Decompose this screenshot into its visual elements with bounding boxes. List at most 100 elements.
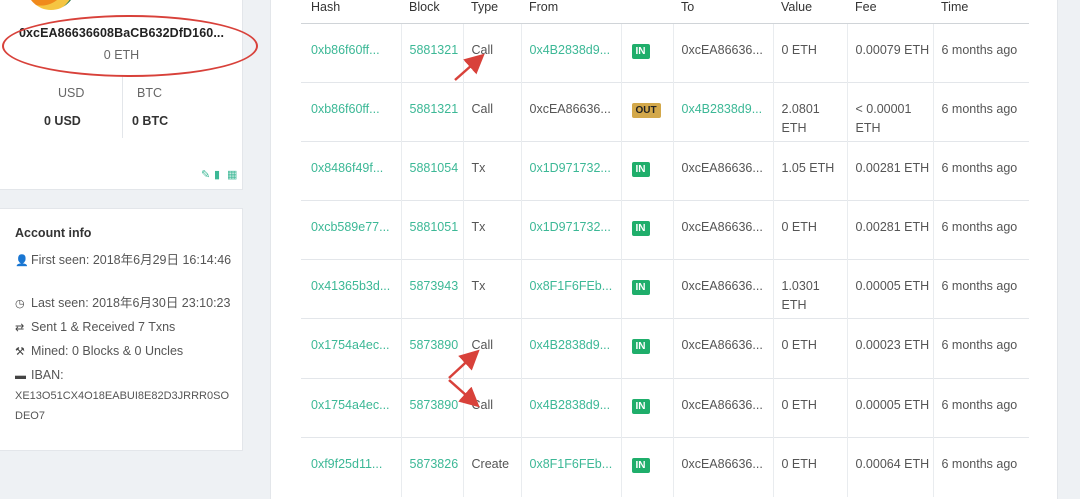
to-address: 0xcEA86636... — [681, 220, 763, 235]
tx-hash-link[interactable]: 0xf9f25d11... — [311, 455, 382, 474]
col-type: Type — [463, 0, 521, 24]
table-cell: 0 ETH — [772, 200, 847, 260]
tx-fee: 0.00005 ETH — [855, 397, 930, 412]
table-cell: OUT — [620, 81, 673, 142]
direction-badge: IN — [631, 339, 650, 355]
from-address[interactable]: 0x8F1F6FEb... — [530, 455, 613, 474]
table-cell: 5873890 — [400, 377, 463, 438]
pencil-icon[interactable]: ✎ — [201, 170, 212, 181]
usd-label: USD — [58, 86, 85, 100]
table-row: 0x1754a4ec... 5873890 Call 0x4B2838d9... IN 0… — [301, 318, 1029, 379]
tx-value: 2.0801 ETH — [781, 101, 820, 135]
block-link[interactable]: 5873826 — [410, 455, 459, 474]
table-cell: 0.00281 ETH — [846, 140, 933, 201]
tx-value: 0 ETH — [781, 456, 817, 471]
table-cell: 5881321 — [400, 81, 463, 142]
block-link[interactable]: 5881054 — [410, 159, 459, 178]
avatar — [26, 0, 76, 10]
table-cell: < 0.00001 ETH — [846, 81, 933, 142]
tx-hash-link[interactable]: 0x41365b3d... — [311, 277, 390, 296]
block-link[interactable]: 5873890 — [410, 336, 459, 355]
table-cell: 0xcEA86636... — [672, 318, 773, 379]
direction-badge: IN — [631, 398, 650, 414]
tx-hash-link[interactable]: 0x8486f49f... — [311, 159, 383, 178]
table-cell: 6 months ago — [932, 436, 1029, 497]
tx-type: Call — [471, 42, 494, 57]
from-address[interactable]: 0x4B2838d9... — [530, 396, 611, 415]
table-cell: Call — [462, 22, 521, 83]
table-cell: 6 months ago — [932, 377, 1029, 438]
last-seen: ◷ Last seen: 2018年6月30日 23:10:23 — [15, 294, 235, 314]
account-info-card: Account info 👤 First seen: 2018年6月29日 16:… — [0, 208, 243, 451]
table-row: 0x1754a4ec... 5873890 Call 0x4B2838d9... IN 0… — [301, 377, 1029, 438]
tx-value: 1.05 ETH — [781, 160, 835, 175]
tx-hash-link[interactable]: 0xb86f60ff... — [311, 100, 380, 119]
tx-hash-link[interactable]: 0x1754a4ec... — [311, 336, 390, 355]
qrcode-icon[interactable]: ▦ — [227, 170, 238, 181]
clipboard-icon[interactable]: ▮ — [214, 170, 225, 181]
table-cell: 0.00064 ETH — [846, 436, 933, 497]
direction-badge: IN — [631, 280, 650, 296]
tx-hash-link[interactable]: 0x1754a4ec... — [311, 396, 390, 415]
iban-label: IBAN: — [31, 368, 64, 382]
table-row: 0xb86f60ff... 5881321 Call 0x4B2838d9... IN 0… — [301, 22, 1029, 83]
transactions-panel: Hash Block Type From To Value Fee Time 0… — [270, 0, 1058, 499]
txns-text: Sent 1 & Received 7 Txns — [31, 320, 176, 334]
col-block: Block — [401, 0, 463, 24]
iban-value: XE13O51CX4O18EABUI8E82D3JRRR0SODEO7 — [15, 390, 229, 422]
from-address[interactable]: 0x1D971732... — [530, 218, 611, 237]
transactions-table: Hash Block Type From To Value Fee Time 0… — [301, 0, 1029, 497]
tx-hash-link[interactable]: 0xb86f60ff... — [311, 41, 380, 60]
tx-type: Create — [471, 456, 510, 471]
txns-summary: ⇄ Sent 1 & Received 7 Txns — [15, 318, 235, 338]
tx-time: 6 months ago — [941, 220, 1018, 235]
from-address[interactable]: 0x4B2838d9... — [530, 41, 611, 60]
table-cell: 0 ETH — [772, 22, 847, 83]
table-cell: Create — [462, 436, 521, 497]
direction-badge: IN — [631, 43, 650, 59]
tx-hash-link[interactable]: 0xcb589e77... — [311, 218, 390, 237]
table-cell: 5873826 — [400, 436, 463, 497]
block-link[interactable]: 5881321 — [410, 100, 459, 119]
to-address: 0xcEA86636... — [681, 42, 763, 57]
table-cell: IN — [620, 22, 673, 83]
tx-type: Tx — [471, 220, 486, 235]
tx-time: 6 months ago — [941, 338, 1018, 353]
table-cell: 5881051 — [400, 200, 463, 260]
tx-value: 1.0301 ETH — [781, 279, 820, 313]
table-cell: 0x41365b3d... — [301, 259, 401, 319]
table-cell: 0x1D971732... — [520, 200, 621, 260]
table-cell: 0xcb589e77... — [301, 200, 401, 260]
table-cell: 0xcEA86636... — [672, 436, 773, 497]
from-address[interactable]: 0x8F1F6FEb... — [530, 277, 613, 296]
table-cell: 0xcEA86636... — [672, 22, 773, 83]
table-cell: 0.00079 ETH — [846, 22, 933, 83]
tx-type: Tx — [471, 160, 486, 175]
table-row: 0xf9f25d11... 5873826 Create 0x8F1F6FEb... I… — [301, 436, 1029, 497]
block-link[interactable]: 5881321 — [410, 41, 459, 60]
table-cell: 0 ETH — [772, 436, 847, 497]
tx-type: Call — [471, 397, 494, 412]
block-link[interactable]: 5873890 — [410, 396, 459, 415]
exchange-icon: ⇄ — [15, 322, 25, 334]
tx-value: 0 ETH — [781, 338, 817, 353]
block-link[interactable]: 5873943 — [410, 277, 459, 296]
to-address[interactable]: 0x4B2838d9... — [682, 100, 763, 119]
table-cell: 6 months ago — [932, 200, 1029, 260]
table-cell: 0x8486f49f... — [301, 140, 401, 201]
block-link[interactable]: 5881051 — [410, 218, 459, 237]
table-cell: Tx — [462, 200, 521, 260]
from-address[interactable]: 0x1D971732... — [530, 159, 611, 178]
from-address[interactable]: 0x4B2838d9... — [530, 336, 611, 355]
to-address: 0xcEA86636... — [681, 279, 763, 294]
card-actions: ✎ ▮ ▦ — [201, 170, 238, 181]
table-cell: 5881054 — [400, 140, 463, 201]
tx-time: 6 months ago — [941, 397, 1018, 412]
user-plus-icon: 👤 — [15, 255, 29, 267]
clock-icon: ◷ — [15, 298, 25, 310]
col-direction — [621, 0, 673, 24]
table-cell: 0x4B2838d9... — [672, 81, 773, 142]
first-seen: 👤 First seen: 2018年6月29日 16:14:46 — [15, 251, 235, 271]
tx-type: Tx — [471, 279, 486, 294]
table-cell: 0x1754a4ec... — [301, 377, 401, 438]
